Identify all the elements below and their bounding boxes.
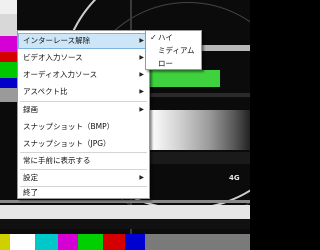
menu-item-label: スナップショット（JPG） xyxy=(23,139,111,148)
menu-item-label: アスペクト比 xyxy=(23,87,68,96)
menu-item-label: スナップショット（BMP） xyxy=(23,122,115,131)
submenu-item-label: ミディアム xyxy=(158,46,195,55)
white-bar xyxy=(0,205,250,219)
color-bar xyxy=(125,234,145,250)
menu-item-label: ビデオ入力ソース xyxy=(23,53,83,62)
menu-item-label: 録画 xyxy=(23,105,38,114)
dark-bar xyxy=(0,219,250,229)
grey-line xyxy=(0,200,250,203)
submenu-item-medium[interactable]: ミディアム xyxy=(146,44,201,57)
submenu-arrow-icon: ▶ xyxy=(139,37,144,44)
checkmark-icon: ✓ xyxy=(150,33,157,42)
menu-item-audio-input-source[interactable]: オーディオ入力ソース ▶ xyxy=(18,67,149,83)
color-bar xyxy=(0,14,17,36)
menu-item-label: オーディオ入力ソース xyxy=(23,70,98,79)
menu-item-label: 設定 xyxy=(23,173,38,182)
color-bar xyxy=(0,234,10,250)
color-bar xyxy=(0,88,17,102)
submenu-item-low[interactable]: ロー xyxy=(146,57,201,70)
dark-bar xyxy=(150,93,250,97)
menu-item-always-on-top[interactable]: 常に手前に表示する xyxy=(18,153,149,169)
color-bar xyxy=(103,234,125,250)
menu-item-record[interactable]: 録画 ▶ xyxy=(18,102,149,118)
color-bar xyxy=(0,0,17,14)
color-bar xyxy=(0,78,17,88)
color-bar xyxy=(78,234,103,250)
submenu-arrow-icon: ▶ xyxy=(139,106,144,113)
submenu-arrow-icon: ▶ xyxy=(139,54,144,61)
color-bar xyxy=(0,52,17,62)
menu-item-deinterlace[interactable]: インターレース解除 ▶ xyxy=(18,33,149,49)
menu-item-settings[interactable]: 設定 ▶ xyxy=(18,170,149,186)
menu-item-label: 終了 xyxy=(23,188,38,197)
submenu-arrow-icon: ▶ xyxy=(139,88,144,95)
menu-item-snapshot-jpg[interactable]: スナップショット（JPG） xyxy=(18,136,149,152)
channel-logo: 4G xyxy=(229,174,240,182)
menu-item-label: 常に手前に表示する xyxy=(23,156,91,165)
menu-item-video-input-source[interactable]: ビデオ入力ソース ▶ xyxy=(18,50,149,66)
color-bar xyxy=(145,234,250,250)
submenu-arrow-icon: ▶ xyxy=(139,174,144,181)
green-bar xyxy=(150,70,220,87)
color-bar xyxy=(35,234,58,250)
deinterlace-submenu: ✓ ハイ ミディアム ロー xyxy=(145,30,202,70)
submenu-arrow-icon: ▶ xyxy=(139,71,144,78)
gradient-bar xyxy=(150,110,250,150)
submenu-item-high[interactable]: ✓ ハイ xyxy=(146,31,201,44)
color-bar xyxy=(0,36,17,52)
submenu-item-label: ロー xyxy=(158,59,173,68)
menu-item-label: インターレース解除 xyxy=(23,36,91,45)
color-bar xyxy=(58,234,78,250)
menu-item-snapshot-bmp[interactable]: スナップショット（BMP） xyxy=(18,119,149,135)
context-menu: インターレース解除 ▶ ビデオ入力ソース ▶ オーディオ入力ソース ▶ アスペク… xyxy=(17,30,150,199)
dark-bar xyxy=(150,152,250,164)
menu-item-exit[interactable]: 終了 xyxy=(18,187,149,199)
color-bar xyxy=(10,234,35,250)
menu-item-aspect-ratio[interactable]: アスペクト比 ▶ xyxy=(18,84,149,100)
color-bar xyxy=(0,62,17,78)
submenu-item-label: ハイ xyxy=(158,33,173,42)
